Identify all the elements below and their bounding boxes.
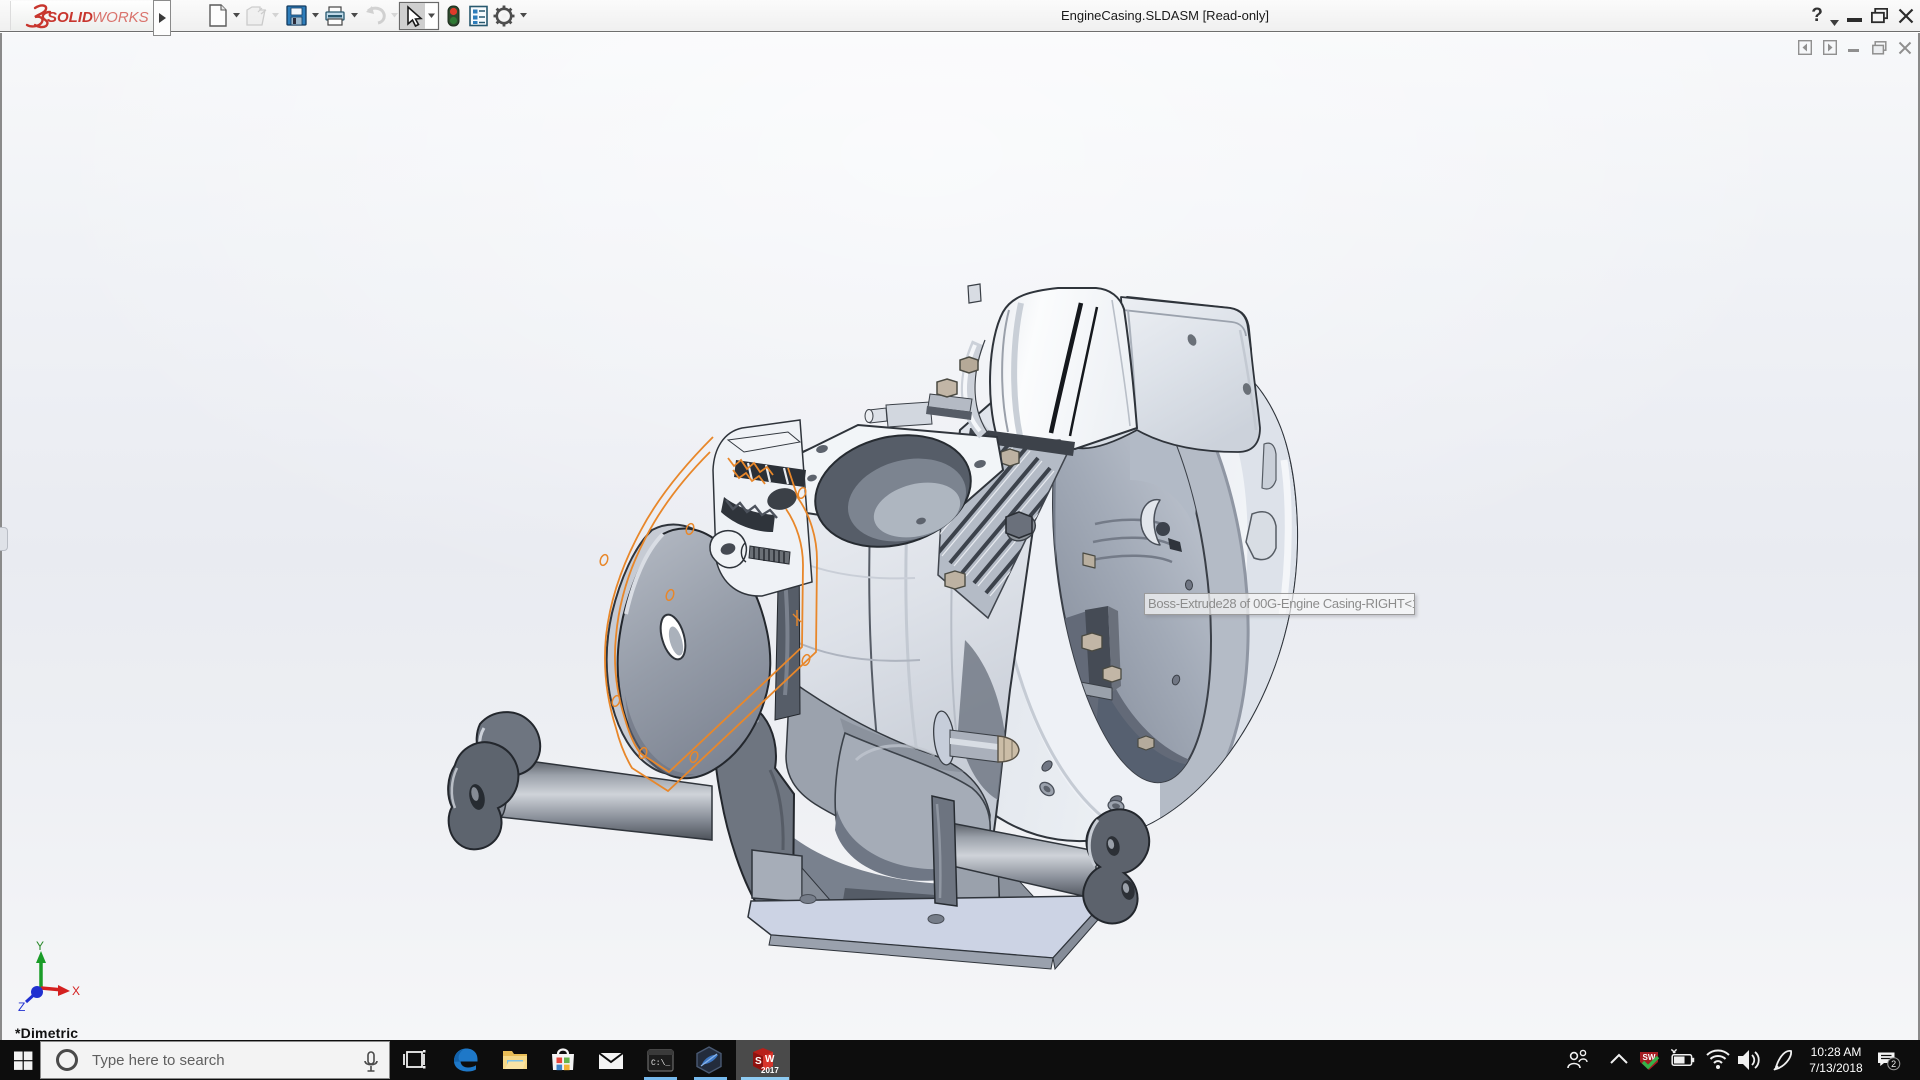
svg-text:Y: Y (36, 939, 44, 953)
svg-text:C:\_: C:\_ (651, 1059, 670, 1068)
svg-text:Z: Z (18, 1000, 25, 1014)
svg-text:X: X (72, 984, 80, 998)
svg-text:W: W (765, 1054, 775, 1065)
svg-text:2: 2 (1891, 1059, 1896, 1069)
svg-text:2017: 2017 (761, 1066, 779, 1075)
